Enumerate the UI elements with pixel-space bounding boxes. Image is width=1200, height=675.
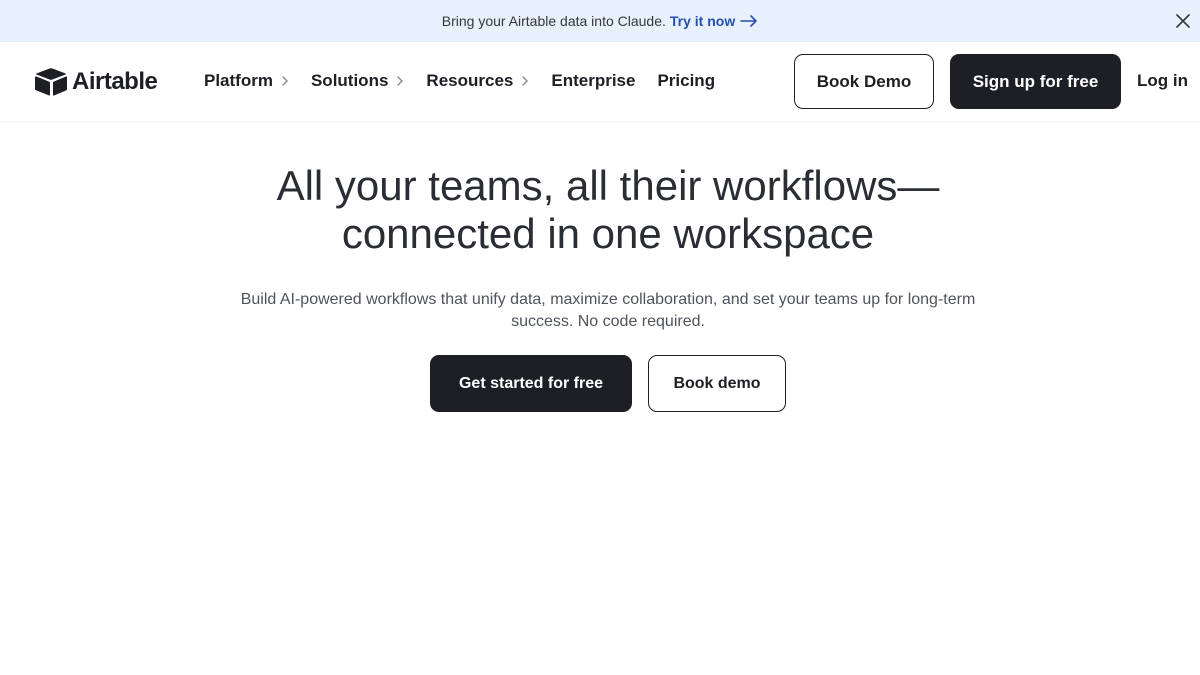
banner-message: Bring your Airtable data into Claude. xyxy=(441,13,666,29)
hero-title-line-2: connected in one workspace xyxy=(341,210,875,257)
nav-item-pricing[interactable]: Pricing xyxy=(657,71,715,91)
nav-item-enterprise[interactable]: Enterprise xyxy=(551,71,635,91)
arrow-right-icon xyxy=(740,15,758,27)
hero-title-line-1: All your teams, all their workflows— xyxy=(276,162,940,209)
log-in-link[interactable]: Log in xyxy=(1137,71,1188,91)
nav-label: Pricing xyxy=(657,71,716,90)
close-icon xyxy=(1176,14,1190,28)
logo-text: Airtable xyxy=(72,68,158,95)
nav-label: Platform xyxy=(204,71,273,90)
chevron-right-icon xyxy=(397,76,404,86)
nav-item-platform[interactable]: Platform xyxy=(204,71,289,91)
site-header: Airtable Platform Solutions Resources En… xyxy=(0,42,1200,121)
main-nav: Platform Solutions Resources Enterprise … xyxy=(204,71,737,91)
book-demo-button[interactable]: Book Demo xyxy=(794,54,934,109)
hero-book-demo-button[interactable]: Book demo xyxy=(648,355,786,412)
try-it-now-label: Try it now xyxy=(669,13,736,29)
close-banner-button[interactable] xyxy=(1174,12,1192,30)
nav-label: Solutions xyxy=(310,71,389,90)
chevron-right-icon xyxy=(522,76,529,86)
announcement-banner: Bring your Airtable data into Claude. Tr… xyxy=(0,0,1200,42)
nav-label: Resources xyxy=(426,71,514,90)
chevron-right-icon xyxy=(282,76,289,86)
try-it-now-link[interactable]: Try it now xyxy=(670,13,758,29)
nav-label: Enterprise xyxy=(551,71,636,90)
nav-item-resources[interactable]: Resources xyxy=(426,71,529,91)
hero-title: All your teams, all their workflows— con… xyxy=(200,162,1016,258)
nav-item-solutions[interactable]: Solutions xyxy=(311,71,404,91)
get-started-button[interactable]: Get started for free xyxy=(430,355,632,412)
hero-subtitle: Build AI-powered workflows that unify da… xyxy=(240,291,976,330)
airtable-logo[interactable]: Airtable xyxy=(34,67,158,97)
sign-up-button[interactable]: Sign up for free xyxy=(950,54,1121,109)
hero-cta-row: Get started for free Book demo xyxy=(430,355,786,412)
airtable-logo-icon xyxy=(35,68,67,96)
